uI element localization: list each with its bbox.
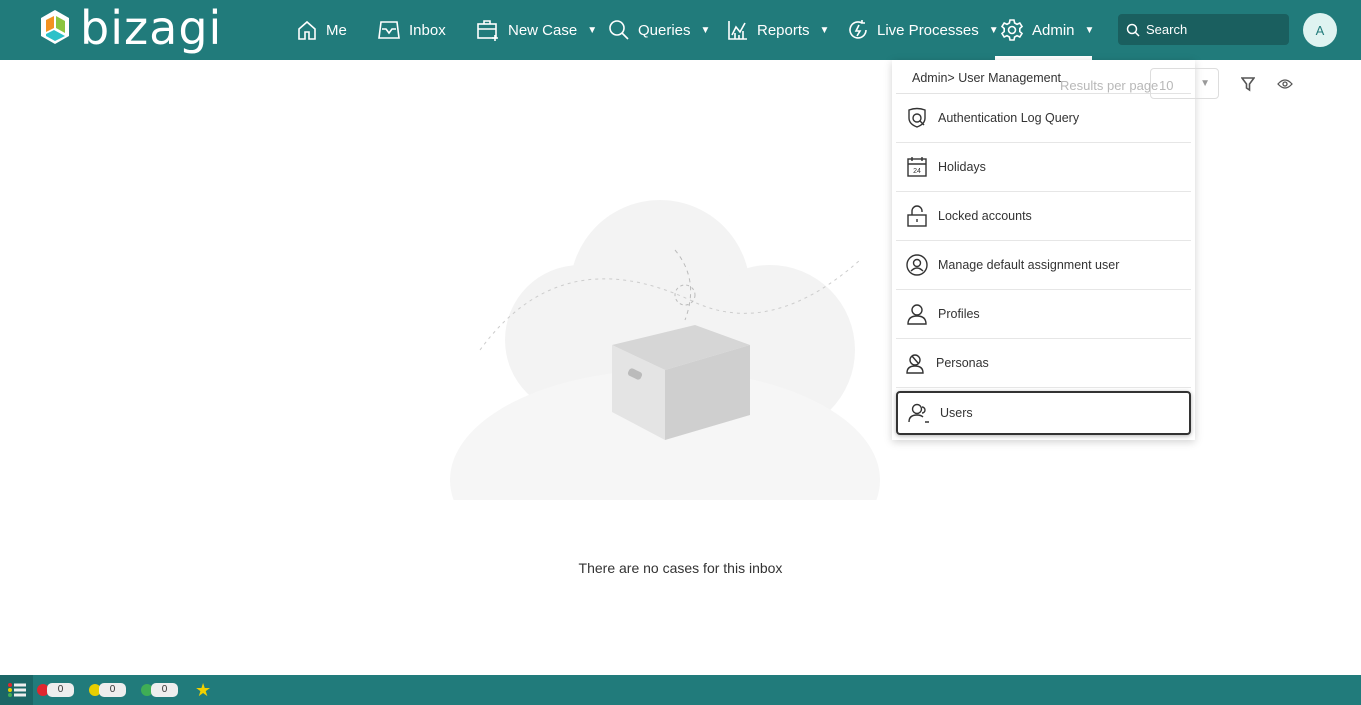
menu-item-authentication-log-query[interactable]: Authentication Log Query [896, 94, 1191, 143]
nav-admin-label: Admin [1032, 21, 1075, 39]
nav-inbox[interactable]: Inbox [377, 0, 446, 60]
menu-item-label: Users [940, 406, 973, 420]
nav-me-label: Me [326, 21, 347, 39]
task-list-button[interactable] [0, 675, 33, 705]
filter-icon[interactable] [1241, 76, 1255, 92]
menu-item-label: Personas [936, 356, 989, 370]
nav-me[interactable]: Me [296, 0, 347, 60]
nav-live-processes[interactable]: Live Processes ▼ [847, 0, 999, 60]
calendar-icon: 24 [907, 157, 927, 177]
search-icon [1126, 23, 1140, 37]
menu-item-personas[interactable]: Personas [896, 339, 1191, 388]
eye-icon[interactable] [1277, 78, 1293, 90]
menu-item-label: Holidays [938, 160, 986, 174]
results-per-page-label: Results per page [1060, 78, 1159, 93]
at-risk-count: 0 [99, 683, 126, 697]
inbox-icon [378, 21, 400, 39]
caret-down-icon: ▼ [819, 24, 830, 36]
search-placeholder: Search [1146, 22, 1188, 37]
admin-dropdown-menu: Admin> User Management Authentication Lo… [892, 60, 1195, 440]
new-case-icon [477, 20, 498, 41]
home-icon [298, 20, 316, 40]
empty-inbox-illustration [450, 200, 880, 500]
bottom-bar: 0 0 0 ★ [0, 675, 1361, 705]
caret-down-icon: ▼ [587, 24, 598, 36]
personas-icon [906, 354, 924, 374]
nav-reports[interactable]: Reports ▼ [727, 0, 829, 60]
logo-icon [41, 10, 69, 44]
page-size-select[interactable]: 10 ▼ [1150, 68, 1219, 99]
menu-item-label: Authentication Log Query [938, 111, 1080, 125]
empty-message: There are no cases for this inbox [578, 560, 783, 576]
gear-icon [1000, 19, 1024, 41]
live-processes-icon [849, 20, 867, 39]
menu-item-manage-default-assignment-user[interactable]: Manage default assignment user [896, 241, 1191, 290]
star-icon[interactable]: ★ [195, 680, 211, 701]
nav-new-case[interactable]: New Case ▼ [476, 0, 597, 60]
top-bar: bizagi Me Inbox New Case ▼ Queries ▼ Repor… [0, 0, 1361, 60]
overdue-counter[interactable]: 0 [37, 683, 85, 697]
overdue-count: 0 [47, 683, 74, 697]
caret-down-icon: ▼ [1084, 24, 1095, 36]
on-time-counter[interactable]: 0 [141, 683, 189, 697]
caret-down-icon: ▼ [700, 24, 711, 36]
nav-new-case-label: New Case [508, 21, 578, 39]
at-risk-counter[interactable]: 0 [89, 683, 137, 697]
svg-text:24: 24 [913, 168, 921, 175]
bizagi-logo[interactable]: bizagi [38, 5, 222, 51]
caret-down-icon: ▼ [1200, 78, 1210, 89]
on-time-count: 0 [151, 683, 178, 697]
lock-icon [907, 205, 927, 227]
nav-live-processes-label: Live Processes [877, 21, 979, 39]
menu-item-locked-accounts[interactable]: Locked accounts [896, 192, 1191, 241]
nav-reports-label: Reports [757, 21, 810, 39]
user-circle-icon [906, 254, 928, 276]
menu-item-label: Profiles [938, 307, 980, 321]
search-input[interactable]: Search [1118, 14, 1289, 45]
nav-queries[interactable]: Queries ▼ [608, 0, 710, 60]
reports-icon [728, 21, 747, 40]
nav-inbox-label: Inbox [409, 21, 446, 39]
menu-item-profiles[interactable]: Profiles [896, 290, 1191, 339]
page-size-value: 10 [1159, 78, 1174, 93]
list-icon [7, 683, 26, 697]
nav-queries-label: Queries [638, 21, 691, 39]
avatar[interactable]: A [1303, 13, 1337, 47]
caret-down-icon: ▼ [988, 24, 999, 36]
user-icon [907, 304, 927, 325]
menu-item-holidays[interactable]: 24 Holidays [896, 143, 1191, 192]
nav-admin[interactable]: Admin ▼ [1000, 0, 1094, 60]
users-icon [908, 403, 929, 423]
menu-item-label: Manage default assignment user [938, 258, 1120, 272]
logo-text: bizagi [80, 1, 223, 55]
search-icon [609, 20, 629, 40]
menu-item-label: Locked accounts [938, 209, 1032, 223]
menu-item-users[interactable]: Users [896, 391, 1191, 435]
shield-search-icon [908, 107, 926, 128]
